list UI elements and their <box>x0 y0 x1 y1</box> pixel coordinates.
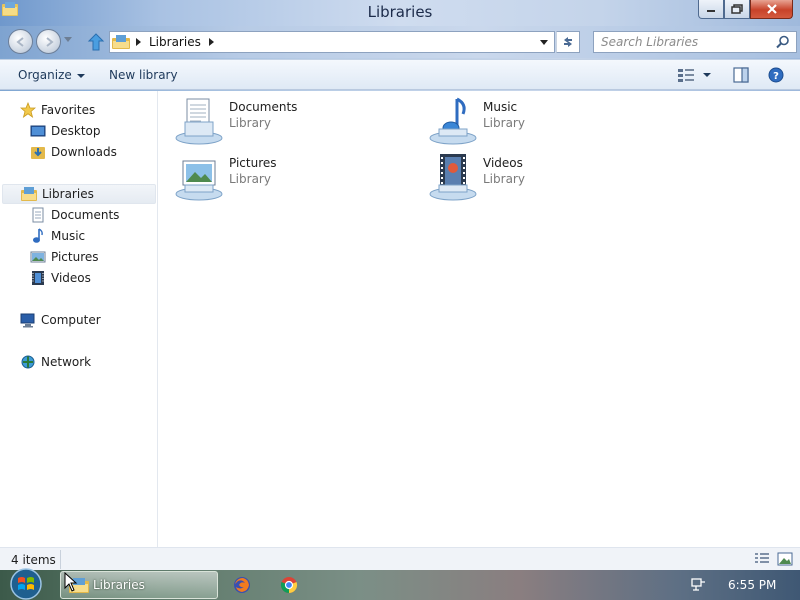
library-tile-documents[interactable]: Documents Library <box>175 96 415 148</box>
back-button[interactable] <box>8 29 33 54</box>
sidebar-item-label: Music <box>51 229 86 243</box>
sidebar-item-downloads[interactable]: Downloads <box>30 142 117 162</box>
refresh-icon <box>564 37 572 47</box>
sidebar-item-videos[interactable]: Videos <box>30 268 91 288</box>
system-clock[interactable]: 6:55 PM <box>728 578 776 592</box>
svg-text:?: ? <box>773 71 779 82</box>
navigation-pane: Favorites Desktop Downloads Libraries Do… <box>0 91 158 547</box>
documents-library-icon <box>175 98 223 145</box>
network-icon <box>21 355 35 369</box>
new-library-button[interactable]: New library <box>109 68 178 82</box>
sidebar-item-pictures[interactable]: Pictures <box>30 247 99 267</box>
taskbar-libraries-button[interactable]: Libraries <box>60 571 218 599</box>
library-tile-pictures[interactable]: Pictures Library <box>175 152 415 204</box>
navigation-bar: Libraries <box>0 26 800 58</box>
address-history-dropdown-icon[interactable] <box>540 40 548 45</box>
computer-icon <box>20 313 35 328</box>
organize-menu-button[interactable]: Organize <box>18 68 85 82</box>
close-icon <box>766 4 777 14</box>
mouse-pointer-icon <box>64 572 78 592</box>
search-box[interactable] <box>593 31 797 53</box>
refresh-button[interactable] <box>556 31 580 53</box>
close-button[interactable] <box>750 0 793 19</box>
library-name: Videos <box>483 156 523 170</box>
forward-arrow-icon <box>45 36 54 47</box>
chevron-down-icon <box>76 73 85 78</box>
sidebar-item-label: Libraries <box>42 187 94 201</box>
breadcrumb-chevron-icon[interactable] <box>208 38 214 46</box>
sidebar-item-label: Videos <box>51 271 91 285</box>
videos-icon <box>32 271 44 285</box>
change-view-icon[interactable] <box>677 67 695 83</box>
item-count: 4 items <box>11 553 56 567</box>
status-bar: 4 items <box>0 547 800 570</box>
firefox-icon[interactable] <box>233 576 251 594</box>
large-icons-view-icon[interactable] <box>777 552 793 566</box>
libraries-content-view: Documents Library Music Library Pictures… <box>159 91 800 547</box>
library-tile-videos[interactable]: Videos Library <box>429 152 669 204</box>
start-button-windows-logo-icon[interactable] <box>6 568 46 600</box>
sidebar-item-favorites[interactable]: Favorites <box>20 100 95 120</box>
library-type: Library <box>483 116 525 130</box>
help-icon[interactable]: ? <box>768 67 784 83</box>
library-name: Pictures <box>229 156 277 170</box>
network-tray-icon[interactable] <box>690 577 706 593</box>
sidebar-item-label: Network <box>41 355 92 369</box>
maximize-button[interactable] <box>724 0 750 19</box>
sidebar-item-label: Favorites <box>41 103 96 117</box>
library-type: Library <box>229 172 271 186</box>
taskbar-window-label: Libraries <box>93 578 145 592</box>
preview-pane-icon[interactable] <box>733 67 749 83</box>
taskbar: Libraries 6:55 PM <box>0 568 800 600</box>
videos-library-icon <box>429 154 477 201</box>
forward-button[interactable] <box>36 29 61 54</box>
pictures-icon <box>30 251 46 263</box>
sidebar-item-label: Documents <box>51 208 120 222</box>
chrome-icon[interactable] <box>280 576 298 594</box>
music-icon <box>33 228 43 243</box>
window-title: Libraries <box>367 3 433 21</box>
sidebar-item-label: Desktop <box>51 124 101 138</box>
library-type: Library <box>229 116 271 130</box>
music-library-icon <box>429 97 477 145</box>
breadcrumb-chevron-icon[interactable] <box>136 38 141 46</box>
sidebar-item-label: Pictures <box>51 250 99 264</box>
libraries-icon <box>112 35 130 49</box>
sidebar-item-label: Downloads <box>51 145 117 159</box>
libraries-icon <box>21 187 37 201</box>
sidebar-item-computer[interactable]: Computer <box>20 310 101 330</box>
sidebar-item-music[interactable]: Music <box>30 226 85 246</box>
library-tile-music[interactable]: Music Library <box>429 96 669 148</box>
pictures-library-icon <box>175 160 223 201</box>
sidebar-item-documents[interactable]: Documents <box>30 205 119 225</box>
library-type: Library <box>483 172 525 186</box>
command-bar: Organize New library ? <box>0 59 800 90</box>
sidebar-item-libraries[interactable]: Libraries <box>2 184 156 204</box>
explorer-body: Favorites Desktop Downloads Libraries Do… <box>0 91 800 547</box>
sidebar-item-label: Computer <box>41 313 101 327</box>
search-input[interactable] <box>594 32 769 52</box>
breadcrumb-libraries[interactable]: Libraries <box>149 35 201 49</box>
back-arrow-icon <box>15 36 24 47</box>
documents-icon <box>32 207 44 223</box>
library-name: Music <box>483 100 518 114</box>
title-bar[interactable]: Libraries <box>0 0 800 26</box>
desktop-icon <box>30 125 46 137</box>
search-icon[interactable] <box>776 35 790 49</box>
library-name: Documents <box>229 100 298 114</box>
address-bar[interactable]: Libraries <box>109 31 555 53</box>
status-divider <box>60 550 61 569</box>
recent-pages-dropdown-icon[interactable] <box>64 37 72 43</box>
minimize-button[interactable] <box>698 0 724 19</box>
up-arrow-icon[interactable] <box>87 33 105 51</box>
sidebar-item-network[interactable]: Network <box>20 352 91 372</box>
star-icon <box>20 102 36 118</box>
organize-label: Organize <box>18 68 72 82</box>
details-view-icon[interactable] <box>754 552 770 566</box>
downloads-folder-icon <box>31 147 45 159</box>
minimize-icon <box>707 10 715 12</box>
restore-icon <box>731 4 743 14</box>
view-options-dropdown-icon[interactable] <box>703 73 711 77</box>
sidebar-item-desktop[interactable]: Desktop <box>30 121 101 141</box>
